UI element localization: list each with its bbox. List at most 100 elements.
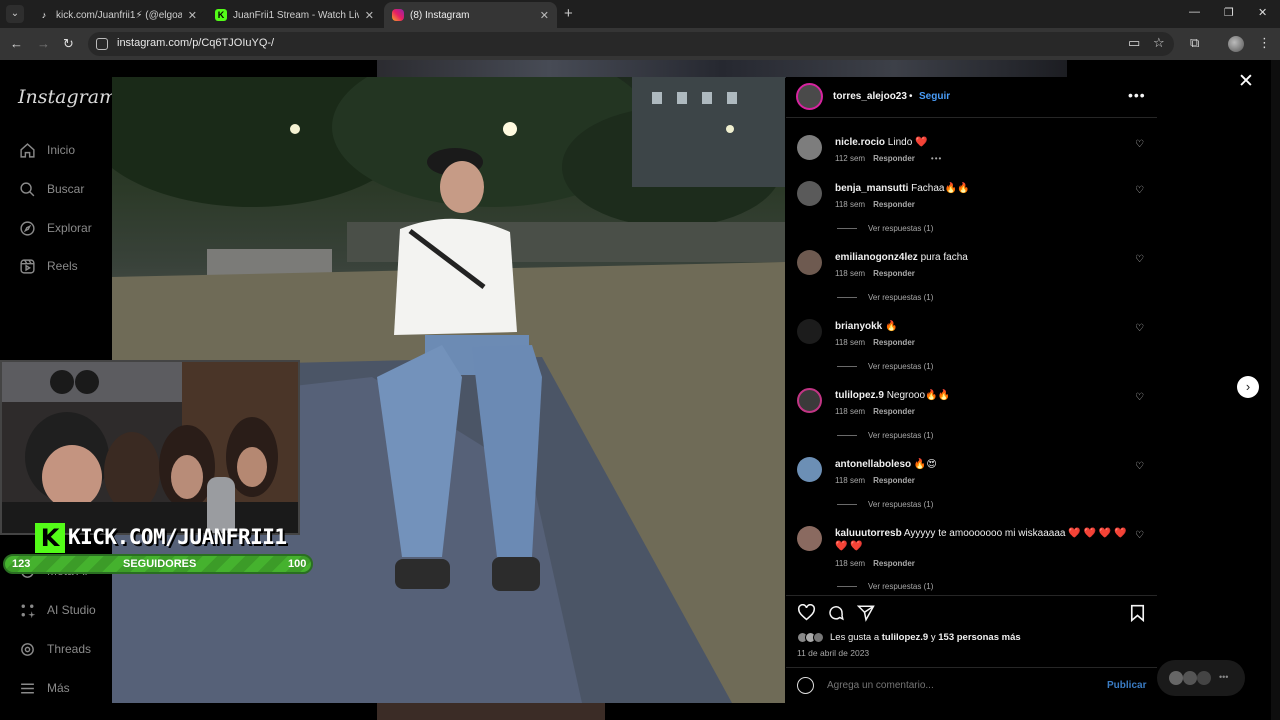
sidebar-item-ai-studio[interactable]: AI Studio	[18, 600, 96, 620]
sidebar-item-threads[interactable]: Threads	[18, 639, 91, 659]
sidebar-item-reels[interactable]: Reels	[18, 256, 78, 276]
search-icon	[18, 180, 36, 198]
page-scrollbar[interactable]	[1271, 60, 1280, 720]
close-tab-icon[interactable]: ✕	[540, 9, 549, 22]
liker-avatar	[813, 632, 824, 643]
forward-arrow-icon[interactable]: →	[37, 36, 50, 52]
back-arrow-icon[interactable]: ←	[10, 36, 23, 52]
reload-icon[interactable]: ↻	[63, 36, 74, 52]
comment-username[interactable]: nicle.rocio	[835, 137, 885, 148]
threads-icon	[18, 640, 36, 658]
instagram-logo[interactable]: Instagram	[18, 86, 117, 108]
post-comments-panel: torres_alejoo23 • Seguir ••• nicle.rocio…	[786, 77, 1157, 703]
avatar[interactable]	[797, 319, 822, 344]
reply-button[interactable]: Responder	[873, 407, 915, 416]
tab-title: (8) Instagram	[410, 9, 470, 21]
view-replies-button[interactable]: Ver respuestas (1)	[837, 500, 933, 509]
messages-button[interactable]: •••	[1157, 660, 1245, 696]
restore-icon[interactable]: ❐	[1224, 6, 1234, 19]
like-comment-heart-icon[interactable]: ♡	[1135, 323, 1144, 334]
site-info-icon[interactable]	[96, 38, 108, 50]
comment-username[interactable]: benja_mansutti	[835, 183, 908, 194]
sidebar-item-inicio[interactable]: Inicio	[18, 140, 75, 160]
extensions-icon[interactable]: ⧉	[1190, 35, 1199, 51]
browser-tab-kick[interactable]: K JuanFrii1 Stream - Watch Live o ✕	[207, 2, 382, 28]
avatar	[1183, 671, 1197, 685]
like-comment-heart-icon[interactable]: ♡	[1135, 461, 1144, 472]
comment-more-icon[interactable]: •••	[931, 154, 942, 163]
url-text[interactable]: instagram.com/p/Cq6TJOIuYQ-/	[117, 37, 274, 49]
sidebar-item-mas[interactable]: Más	[18, 678, 70, 698]
avatar[interactable]	[797, 250, 822, 275]
next-post-chevron-icon[interactable]: ›	[1237, 376, 1259, 398]
kick-logo-icon: K	[35, 523, 65, 553]
likes-user[interactable]: tulilopez.9	[882, 632, 928, 643]
author-avatar[interactable]	[796, 83, 823, 110]
tab-search-chevron-icon[interactable]: ⌄	[6, 5, 24, 23]
view-replies-button[interactable]: Ver respuestas (1)	[837, 293, 933, 302]
avatar[interactable]	[797, 388, 822, 413]
cast-icon[interactable]: ▭	[1128, 35, 1140, 51]
close-window-icon[interactable]: ✕	[1258, 6, 1267, 19]
share-send-icon[interactable]	[856, 604, 875, 627]
like-heart-icon[interactable]	[797, 603, 816, 626]
comment-body: pura facha	[920, 252, 968, 263]
likes-summary[interactable]: Les gusta a tulilopez.9 y 153 personas m…	[797, 632, 1021, 643]
view-replies-button[interactable]: Ver respuestas (1)	[837, 362, 933, 371]
avatar[interactable]	[797, 135, 822, 160]
close-icon[interactable]: ✕	[1238, 70, 1254, 93]
comment-bubble-icon[interactable]	[827, 604, 845, 627]
comment-text: brianyokk 🔥	[835, 320, 1130, 333]
browser-tab-bar: ⌄ ♪ kick.com/Juanfrii1⚡ (@elgoa ✕ K Juan…	[0, 0, 1280, 28]
like-comment-heart-icon[interactable]: ♡	[1135, 530, 1144, 541]
like-comment-heart-icon[interactable]: ♡	[1135, 139, 1144, 150]
publish-button[interactable]: Publicar	[1107, 680, 1146, 691]
emoji-picker-icon[interactable]	[797, 677, 814, 694]
comment-meta: 118 sem Responder	[835, 269, 915, 278]
view-replies-button[interactable]: Ver respuestas (1)	[837, 582, 933, 591]
reply-button[interactable]: Responder	[873, 338, 915, 347]
like-comment-heart-icon[interactable]: ♡	[1135, 254, 1144, 265]
background-feed-image	[377, 60, 1067, 78]
more-options-icon[interactable]: •••	[1128, 87, 1146, 103]
comment-username[interactable]: kaluuutorresb	[835, 528, 902, 539]
comment-username[interactable]: tulilopez.9	[835, 390, 884, 401]
minimize-icon[interactable]: —	[1189, 6, 1200, 18]
comment-body: Negrooo🔥🔥	[886, 390, 950, 401]
reply-button[interactable]: Responder	[873, 200, 915, 209]
avatar[interactable]	[797, 457, 822, 482]
avatar[interactable]	[797, 181, 822, 206]
view-replies-button[interactable]: Ver respuestas (1)	[837, 224, 933, 233]
new-tab-plus-icon[interactable]: +	[564, 5, 573, 23]
like-comment-heart-icon[interactable]: ♡	[1135, 185, 1144, 196]
address-bar[interactable]: instagram.com/p/Cq6TJOIuYQ-/	[88, 32, 1174, 56]
comment-body: 🔥😍	[913, 459, 937, 470]
close-tab-icon[interactable]: ✕	[365, 9, 374, 22]
reply-button[interactable]: Responder	[873, 154, 915, 163]
reply-button[interactable]: Responder	[873, 476, 915, 485]
browser-menu-icon[interactable]: ⋮	[1258, 35, 1271, 51]
comment-username[interactable]: antonellaboleso	[835, 459, 911, 470]
sidebar-item-buscar[interactable]: Buscar	[18, 179, 84, 199]
author-username[interactable]: torres_alejoo23	[833, 91, 907, 102]
browser-tab-tiktok[interactable]: ♪ kick.com/Juanfrii1⚡ (@elgoa ✕	[30, 2, 205, 28]
avatar[interactable]	[797, 526, 822, 551]
add-comment-input[interactable]	[827, 680, 1087, 691]
browser-tab-instagram[interactable]: (8) Instagram ✕	[384, 2, 557, 28]
profile-avatar[interactable]	[1228, 36, 1244, 52]
close-tab-icon[interactable]: ✕	[188, 9, 197, 22]
save-bookmark-icon[interactable]	[1130, 604, 1145, 627]
comment-username[interactable]: brianyokk	[835, 321, 882, 332]
likes-count[interactable]: 153 personas más	[938, 632, 1020, 643]
comment-age: 118 sem	[835, 407, 866, 416]
comment-username[interactable]: emilianogonz4lez	[835, 252, 918, 263]
like-comment-heart-icon[interactable]: ♡	[1135, 392, 1144, 403]
comment-text: antonellaboleso 🔥😍	[835, 458, 1130, 471]
bookmark-star-icon[interactable]: ☆	[1153, 35, 1165, 51]
reply-button[interactable]: Responder	[873, 559, 915, 568]
view-replies-button[interactable]: Ver respuestas (1)	[837, 431, 933, 440]
sidebar-item-explorar[interactable]: Explorar	[18, 218, 92, 238]
comment-meta: 118 sem Responder	[835, 559, 915, 568]
reply-button[interactable]: Responder	[873, 269, 915, 278]
follow-button[interactable]: Seguir	[919, 91, 950, 102]
